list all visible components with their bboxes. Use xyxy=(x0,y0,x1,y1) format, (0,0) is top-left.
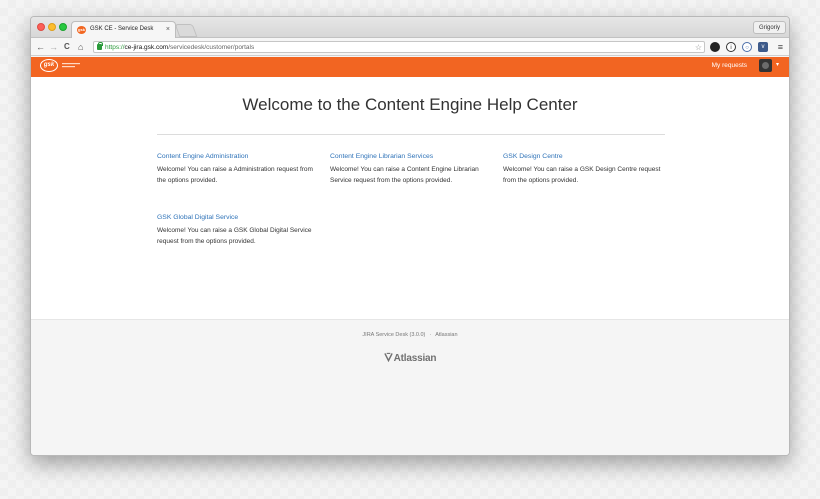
portal-description: Welcome! You can raise a GSK Design Cent… xyxy=(503,166,661,184)
extension-eye-icon[interactable]: ○ xyxy=(742,42,752,52)
gsk-tagline-graphic xyxy=(62,63,84,70)
browser-toolbar: ← → C ⌂ https://ce-jira.gsk.com/serviced… xyxy=(31,38,789,56)
back-arrow-icon[interactable]: ← xyxy=(36,40,45,54)
new-tab-button[interactable] xyxy=(174,24,198,37)
portal-description: Welcome! You can raise a GSK Global Digi… xyxy=(157,227,312,245)
portal-card: Content Engine Administration Welcome! Y… xyxy=(157,152,317,186)
profile-button[interactable]: Grigoriy xyxy=(752,21,786,34)
browser-menu-icon[interactable]: ≡ xyxy=(778,41,783,53)
portal-description: Welcome! You can raise a Administration … xyxy=(157,166,313,184)
footer-separator: · xyxy=(429,332,432,338)
extension-info-icon[interactable]: i xyxy=(726,42,736,52)
gsk-logo[interactable]: gsk xyxy=(40,59,58,72)
browser-tab-active[interactable]: gsk GSK CE - Service Desk × xyxy=(71,21,176,38)
bookmark-star-icon[interactable]: ☆ xyxy=(695,42,702,53)
forward-arrow-icon[interactable]: → xyxy=(49,40,58,54)
maximize-window-button[interactable] xyxy=(59,23,67,31)
tab-strip: gsk GSK CE - Service Desk × Grigoriy xyxy=(31,17,789,38)
help-center-main: Welcome to the Content Engine Help Cente… xyxy=(31,77,789,319)
portal-card: Content Engine Librarian Services Welcom… xyxy=(330,152,480,186)
portal-link-content-engine-librarian-services[interactable]: Content Engine Librarian Services xyxy=(330,152,480,161)
portal-card: GSK Design Centre Welcome! You can raise… xyxy=(503,152,663,186)
chevron-down-icon[interactable]: ▾ xyxy=(776,61,779,68)
title-divider xyxy=(157,134,665,135)
url-scheme: https:// xyxy=(105,44,125,51)
page-footer: JIRA Service Desk (3.0.0) · Atlassian Atla… xyxy=(31,319,789,455)
atlassian-mark-icon xyxy=(383,352,393,362)
address-bar[interactable]: https://ce-jira.gsk.com/servicedesk/cust… xyxy=(93,41,705,53)
lock-icon xyxy=(97,42,103,50)
service-desk-header: gsk My requests ▾ xyxy=(31,57,789,77)
page-title: Welcome to the Content Engine Help Cente… xyxy=(242,95,578,114)
portal-card: GSK Global Digital Service Welcome! You … xyxy=(157,213,315,247)
reload-icon[interactable]: C xyxy=(64,40,70,54)
close-window-button[interactable] xyxy=(37,23,45,31)
user-avatar[interactable] xyxy=(759,59,772,72)
minimize-window-button[interactable] xyxy=(48,23,56,31)
url-host: ce-jira.gsk.com xyxy=(124,44,169,51)
footer-credits: JIRA Service Desk (3.0.0) · Atlassian xyxy=(31,332,789,338)
gsk-favicon-icon: gsk xyxy=(77,26,86,34)
portal-link-content-engine-administration[interactable]: Content Engine Administration xyxy=(157,152,317,161)
portal-link-gsk-global-digital-service[interactable]: GSK Global Digital Service xyxy=(157,213,315,222)
footer-product-link[interactable]: JIRA Service Desk (3.0.0) xyxy=(362,332,425,338)
atlassian-logo[interactable]: Atlassian xyxy=(31,352,789,364)
extension-shield-icon[interactable]: v xyxy=(758,42,768,52)
footer-vendor-link[interactable]: Atlassian xyxy=(435,332,457,338)
portal-description: Welcome! You can raise a Content Engine … xyxy=(330,166,479,184)
my-requests-link[interactable]: My requests xyxy=(712,61,747,71)
home-icon[interactable]: ⌂ xyxy=(78,40,83,54)
atlassian-logo-text: Atlassian xyxy=(393,353,437,364)
browser-window: gsk GSK CE - Service Desk × Grigoriy ← →… xyxy=(30,16,790,456)
tab-title: GSK CE - Service Desk xyxy=(90,26,154,32)
portal-link-gsk-design-centre[interactable]: GSK Design Centre xyxy=(503,152,663,161)
tab-close-icon[interactable]: × xyxy=(166,22,170,37)
url-path: /servicedesk/customer/portals xyxy=(168,44,255,51)
extension-dark-icon[interactable] xyxy=(710,42,720,52)
